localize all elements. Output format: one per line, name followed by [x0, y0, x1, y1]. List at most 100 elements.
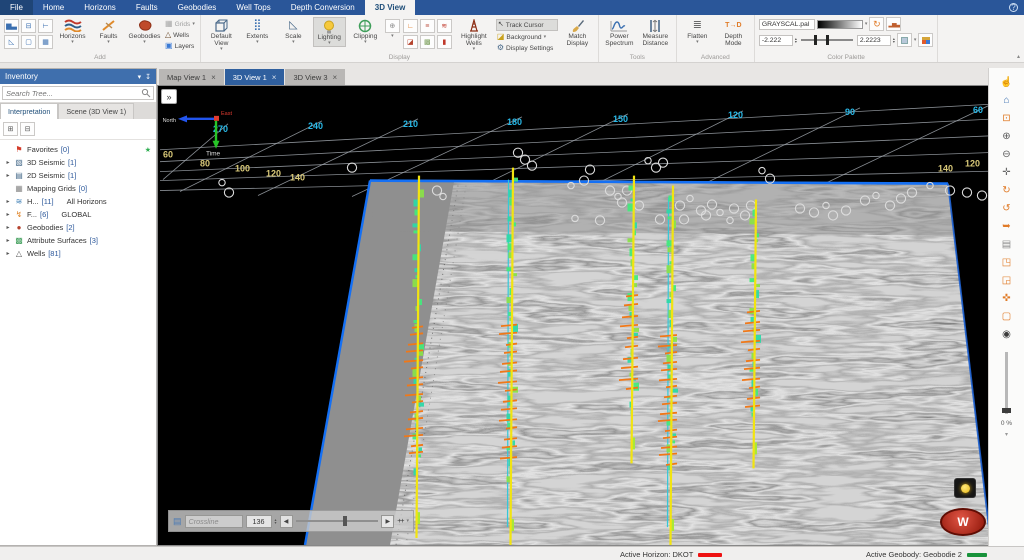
crossline-spinner[interactable]: ▴ ▾ [275, 517, 277, 525]
slider-handle-min[interactable] [813, 35, 817, 45]
viewport-3d[interactable]: » 270 240 210 180 150 120 90 60 60 80 10… [157, 85, 988, 546]
help-icon[interactable]: ? [1009, 3, 1018, 12]
extents-button[interactable]: ⣿ Extents ▾ [241, 17, 274, 45]
view-tab-map-view-1[interactable]: Map View 1 × [159, 69, 224, 85]
add-wells-button[interactable]: △ Wells [164, 30, 196, 40]
track-cursor-button[interactable]: ↖ Track Cursor [495, 19, 558, 31]
sidebar-item-attribute-surfaces[interactable]: ▸ ▩ Attribute Surfaces [3] [0, 234, 156, 247]
palette-histogram-button[interactable]: ▂▅▃ [886, 17, 902, 31]
search-input[interactable] [3, 88, 141, 98]
display-tool-icon-1[interactable]: ≡ [419, 19, 435, 33]
add-tool-icon-3[interactable]: ◺ [4, 35, 19, 49]
inventory-panel-header[interactable]: Inventory ▾ ↧ [0, 69, 156, 84]
pan-tool-icon[interactable]: ☝ [999, 76, 1015, 90]
close-tab-icon[interactable]: × [272, 73, 277, 82]
slider-handle-max[interactable] [825, 35, 829, 45]
crossline-step-button[interactable]: ++ [397, 518, 404, 525]
expand-arrow-icon[interactable]: ▸ [5, 198, 11, 205]
add-tool-icon-0[interactable]: ▆▃ [4, 19, 19, 33]
display-tool-icon-4[interactable]: ▩ [419, 35, 435, 49]
zoom-in-icon[interactable]: ⊕ [999, 130, 1015, 144]
add-horizons-button[interactable]: Horizons ▾ [56, 17, 89, 45]
add-tool-icon-4[interactable]: ▢ [21, 35, 36, 49]
expand-arrow-icon[interactable]: ▸ [5, 250, 11, 257]
palette-min-input[interactable]: -2.222 [758, 34, 793, 46]
palette-multicolor-button[interactable] [918, 33, 934, 47]
display-tool-icon-0[interactable]: ∟ [402, 19, 418, 33]
add-tool-icon-2[interactable]: ⊢ [38, 19, 53, 33]
palette-max-input[interactable]: 2.2223 [856, 34, 891, 46]
crossline-slider-thumb[interactable] [342, 516, 347, 526]
crossline-label-field[interactable]: Crossline [184, 514, 243, 528]
add-grids-button[interactable]: ▦ Grids ▾ [164, 19, 196, 29]
spinner-arrows[interactable]: ▴ ▾ [893, 36, 895, 44]
menu-tab-faults[interactable]: Faults [126, 0, 168, 15]
add-geobodies-button[interactable]: Geobodies ▾ [128, 17, 161, 45]
crossline-value-input[interactable]: 136 [245, 514, 272, 528]
menu-tab-home[interactable]: Home [33, 0, 74, 15]
slice-stack-icon[interactable]: ▤ [999, 238, 1015, 252]
highlight-wells-button[interactable]: Highlight Wells ▾ [455, 17, 493, 52]
spinner-arrows[interactable]: ▴ ▾ [795, 36, 797, 44]
crossline-next-button[interactable]: ▶ [381, 514, 395, 528]
background-button[interactable]: ◪ Background ▾ [496, 32, 558, 42]
default-view-button[interactable]: Default View ▾ [205, 17, 238, 52]
palette-file-select[interactable]: GRAYSCAL.pal [758, 18, 815, 30]
menu-tab-geobodies[interactable]: Geobodies [168, 0, 227, 15]
measure-distance-button[interactable]: Measure Distance [639, 17, 672, 48]
panel-menu-icon[interactable]: ▾ [138, 73, 142, 81]
power-spectrum-button[interactable]: Power Spectrum [603, 17, 636, 48]
rotate-view-icon[interactable]: ↻ [999, 184, 1015, 198]
sidebar-item-mapping-grids[interactable]: ▦ Mapping Grids [0] [0, 182, 156, 195]
lighting-button[interactable]: Lighting ▾ [312, 17, 346, 47]
expand-all-button[interactable]: ⊞ [3, 122, 18, 136]
add-tool-icon-5[interactable]: ▦ [38, 35, 53, 49]
move-object-icon[interactable]: ✜ [999, 292, 1015, 306]
panel-expander-button[interactable]: » [161, 89, 177, 104]
display-tool-icon-3[interactable]: ◪ [402, 35, 418, 49]
view-tab-3d-view-1[interactable]: 3D View 1 × [224, 69, 285, 85]
sidebar-item-faults[interactable]: ▸ ↯ F... [6] GLOBAL [0, 208, 156, 221]
zoom-out-icon[interactable]: ⊖ [999, 148, 1015, 162]
scene-zoom-slider[interactable] [1002, 352, 1011, 414]
zoom-fit-icon[interactable]: ⊡ [999, 112, 1015, 126]
sidebar-item-horizons[interactable]: ▸ ≋ H... [11] All Horizons [0, 195, 156, 208]
add-layers-button[interactable]: ▣ Layers [164, 41, 196, 51]
expand-arrow-icon[interactable]: ▸ [5, 172, 11, 179]
display-settings-button[interactable]: ⚙ Display Settings [496, 43, 558, 53]
close-tab-icon[interactable]: × [211, 73, 216, 82]
crossline-prev-button[interactable]: ◀ [279, 514, 293, 528]
home-view-icon[interactable]: ⌂ [999, 94, 1015, 108]
walkthrough-icon[interactable]: ➥ [999, 220, 1015, 234]
sidebar-item-3d-seismic[interactable]: ▸ ▧ 3D Seismic [1] [0, 156, 156, 169]
orbit-view-icon[interactable]: ↺ [999, 202, 1015, 216]
menu-tab-horizons[interactable]: Horizons [74, 0, 126, 15]
menu-tab-well-tops[interactable]: Well Tops [226, 0, 280, 15]
seismic-3d-scene[interactable]: 270 240 210 180 150 120 90 606080 100 120 140140 12… [158, 86, 988, 545]
palette-reverse-button[interactable]: ↻ [869, 17, 885, 31]
sidebar-item-wells[interactable]: ▸ △ Wells [81] [0, 247, 156, 260]
expand-view-icon[interactable]: ✛ [999, 166, 1015, 180]
menu-tab-3d-view[interactable]: 3D View [364, 0, 416, 15]
palette-range-slider[interactable] [800, 35, 853, 45]
menu-tab-depth-conversion[interactable]: Depth Conversion [281, 0, 365, 15]
view-tab-3d-view-3[interactable]: 3D View 3 × [285, 69, 346, 85]
crossline-slider[interactable] [295, 516, 379, 526]
cube-rotate-y-icon[interactable]: ◲ [999, 274, 1015, 288]
collapse-all-button[interactable]: ⊟ [20, 122, 35, 136]
flatten-button[interactable]: ≣ Flatten ▾ [681, 17, 714, 45]
add-tool-icon-1[interactable]: ⊟ [21, 19, 36, 33]
scene-light-toggle[interactable] [954, 478, 976, 498]
clip-box-icon[interactable]: ▢ [999, 310, 1015, 324]
expand-arrow-icon[interactable]: ▸ [5, 211, 11, 218]
add-faults-button[interactable]: Faults ▾ [92, 17, 125, 45]
clipping-button[interactable]: Clipping ▾ [349, 17, 382, 45]
sidebar-item-favorites[interactable]: ⚑ Favorites [0] ★ [0, 143, 156, 156]
scale-button[interactable]: ◺ Scale ▾ [277, 17, 310, 45]
view-target-button[interactable]: ⊕ [384, 19, 400, 33]
expand-arrow-icon[interactable]: ▸ [5, 224, 11, 231]
favorite-star-icon[interactable]: ★ [145, 146, 151, 154]
collapse-ribbon-button[interactable]: ▴ [1017, 53, 1020, 60]
expand-arrow-icon[interactable]: ▸ [5, 237, 11, 244]
sidebar-item-2d-seismic[interactable]: ▸ ▤ 2D Seismic [1] [0, 169, 156, 182]
